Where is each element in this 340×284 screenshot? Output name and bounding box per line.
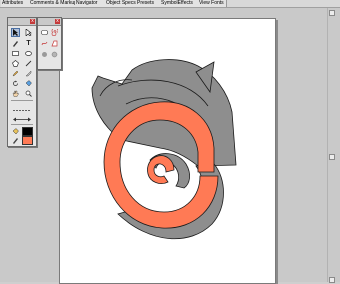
vertical-guide[interactable] [327,8,328,282]
fill-icon[interactable] [11,127,20,136]
stroke-icon[interactable] [11,136,20,145]
toolbox-divider-2 [11,124,33,125]
rectangle-tool-icon[interactable] [11,49,20,58]
bucket-tool-icon[interactable] [24,79,33,88]
stroke-style-icon[interactable] [11,106,33,115]
rotate-tool-icon[interactable] [11,79,20,88]
emboss-icon[interactable] [50,50,59,59]
orange-spiral-core[interactable] [147,155,175,184]
spiral-tool-icon[interactable] [50,28,59,37]
knife-tool-icon[interactable] [24,69,33,78]
handle-bottom-right[interactable] [329,277,335,283]
selection-arrow-icon[interactable] [11,28,20,37]
freeform-icon[interactable] [40,39,49,48]
ellipse-tool-icon[interactable] [24,49,33,58]
close-icon[interactable]: x [30,19,35,24]
handle-mid-right[interactable] [329,154,335,160]
toolbox-title-bar[interactable]: x [8,18,36,26]
hand-tool-icon[interactable] [11,89,20,98]
handle-top-right[interactable] [329,10,335,16]
toolbox-divider [11,100,33,101]
pen-tool-icon[interactable] [11,39,20,48]
zoom-tool-icon[interactable] [24,89,33,98]
subselect-icon[interactable] [24,28,33,37]
pencil-tool-icon[interactable] [11,69,20,78]
toolbox-panel: x T [7,17,37,147]
close-icon[interactable]: x [55,19,60,24]
rounded-rect-icon[interactable] [40,28,49,37]
text-tool-icon[interactable]: T [24,39,33,48]
fill-color-swatch[interactable] [22,127,33,136]
line-tool-icon[interactable] [24,59,33,68]
perspective-icon[interactable] [50,39,59,48]
arrowhead-style-icon[interactable] [11,115,33,124]
secondary-palette: x [37,17,62,70]
stroke-color-swatch[interactable] [22,136,33,145]
palette-title-bar[interactable]: x [38,18,61,26]
polygon-tool-icon[interactable] [11,59,20,68]
blend-icon[interactable] [40,50,49,59]
